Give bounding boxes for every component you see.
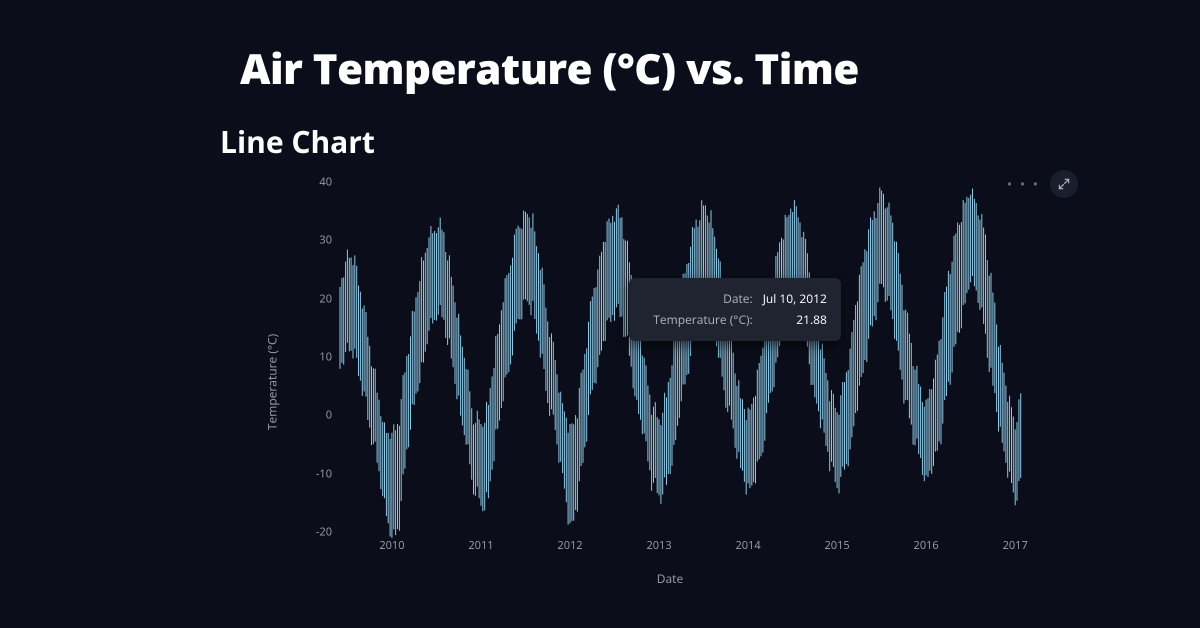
- y-tick: 30: [319, 233, 332, 248]
- x-tick: 2013: [646, 538, 671, 553]
- x-tick: 2016: [914, 538, 939, 553]
- line-series: [340, 182, 1030, 532]
- y-axis: -20-10010203040: [290, 182, 336, 532]
- x-tick: 2010: [379, 538, 404, 553]
- x-tick: 2017: [1003, 538, 1028, 553]
- chart-container: • • • -20-10010203040 Temperature (°C) D…: [290, 172, 1050, 592]
- chart-toolbar: • • •: [1007, 170, 1078, 198]
- page-title: Air Temperature (°C) vs. Time: [240, 40, 1140, 97]
- more-options-icon[interactable]: • • •: [1007, 175, 1040, 194]
- y-axis-label: Temperature (°C): [264, 334, 281, 430]
- expand-button[interactable]: [1050, 170, 1078, 198]
- section-title: Line Chart: [220, 121, 1140, 162]
- x-axis-label: Date: [657, 570, 683, 587]
- x-tick: 2015: [825, 538, 850, 553]
- x-tick: 2014: [735, 538, 760, 553]
- y-tick: -20: [316, 525, 332, 540]
- y-tick: 40: [319, 175, 332, 190]
- y-tick: 20: [319, 291, 332, 306]
- y-tick: 10: [319, 350, 332, 365]
- x-axis: 2010 2011 2012 2013 2014 2015 2016 2017: [340, 532, 1030, 572]
- expand-icon: [1057, 177, 1071, 191]
- x-tick: 2011: [468, 538, 493, 553]
- y-tick: -10: [316, 466, 332, 481]
- x-tick: 2012: [557, 538, 582, 553]
- y-tick: 0: [326, 408, 332, 423]
- plot-area[interactable]: Date: Jul 10, 2012 Temperature (°C): 21.…: [340, 182, 1030, 532]
